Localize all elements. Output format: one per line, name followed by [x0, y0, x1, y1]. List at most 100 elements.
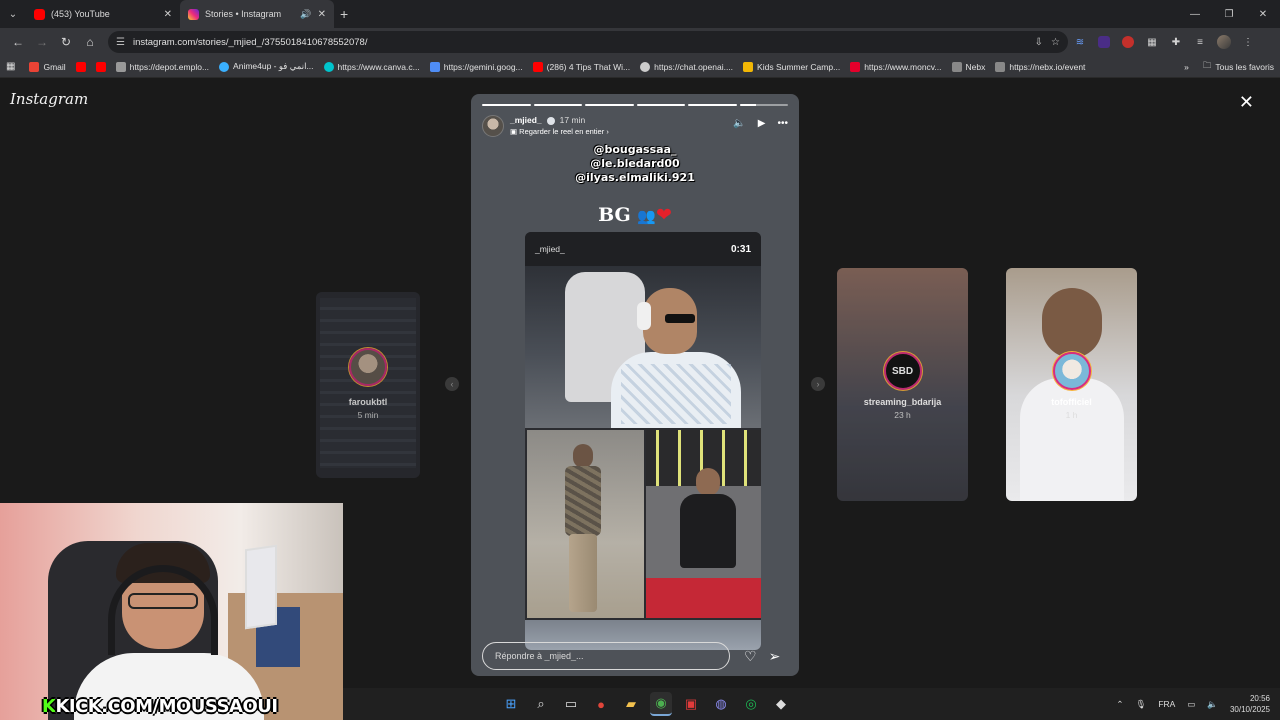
reply-input[interactable] [482, 642, 730, 670]
forward-button[interactable]: → [30, 30, 54, 54]
active-story[interactable]: _mjied_ 17 min ▣ Regarder le reel en ent… [471, 94, 799, 676]
task-view-icon[interactable]: ▭ [560, 692, 582, 716]
tab-audio-icon[interactable]: 🔊 [300, 9, 311, 20]
play-icon[interactable]: ▶ [758, 118, 766, 129]
extension-icon[interactable]: ≋ [1068, 30, 1092, 54]
more-bookmarks-icon[interactable]: » [1184, 62, 1189, 72]
send-icon[interactable]: ➢ [769, 648, 781, 665]
language-indicator[interactable]: FRA [1158, 699, 1175, 709]
new-tab-button[interactable]: + [340, 6, 348, 22]
home-button[interactable]: ⌂ [78, 30, 102, 54]
chrome-icon[interactable]: ◉ [650, 692, 672, 716]
watch-reel-link[interactable]: ▣ Regarder le reel en entier › [510, 126, 609, 137]
profile-avatar[interactable] [1212, 30, 1236, 54]
volume-icon[interactable]: 🔈 [1207, 699, 1218, 710]
mention-tag[interactable]: @ilyas.elmaliki.921 [471, 171, 799, 185]
close-icon[interactable]: ✕ [1239, 92, 1254, 113]
system-tray: ⌃ 🎙 FRA ▭ 🔈 20:56 30/10/2025 [1116, 688, 1270, 720]
windows-taskbar: ⊞ ⌕ ▭ ● ▰ ◉ ▣ ◍ ◎ ◆ ⌃ 🎙 FRA ▭ 🔈 20:56 30… [343, 688, 1280, 720]
browser-menu-icon[interactable]: ⋮ [1236, 30, 1260, 54]
discord-icon[interactable]: ◍ [710, 692, 732, 716]
progress-segment [739, 104, 788, 106]
avatar: SBD [883, 352, 922, 390]
bookmark-item[interactable]: https://depot.emplo... [115, 61, 209, 72]
bookmark-item[interactable]: https://www.moncv... [850, 61, 942, 72]
mention-tag[interactable]: @le.bledard00 [471, 157, 799, 171]
extension-icon[interactable] [1092, 30, 1116, 54]
search-icon[interactable]: ⌕ [530, 692, 552, 716]
bookmark-item[interactable] [75, 61, 86, 72]
bookmark-star-icon[interactable]: ☆ [1051, 37, 1060, 48]
file-explorer-icon[interactable]: ▰ [620, 692, 642, 716]
youtube-icon [34, 8, 45, 20]
preview-username: faroukbtl [348, 397, 388, 407]
bookmark-item[interactable]: https://gemini.goog... [429, 61, 523, 72]
close-tab-icon[interactable]: ✕ [318, 9, 326, 20]
start-windows-icon[interactable]: ⊞ [500, 692, 522, 716]
story-preview-streaming_bdarija[interactable]: SBD streaming_bdarija 23 h [837, 268, 968, 501]
shared-reel-card[interactable]: _mjied_ 0:31 [525, 232, 761, 650]
reload-button[interactable]: ↻ [54, 30, 78, 54]
heart-emoji-icon: ❤ [656, 204, 672, 226]
media-controls-icon[interactable]: ≡ [1188, 30, 1212, 54]
url-text: instagram.com/stories/_mjied_/3755018410… [132, 36, 368, 48]
next-story-arrow[interactable]: › [811, 377, 825, 391]
microphone-icon[interactable]: 🎙 [1136, 699, 1147, 710]
extension-icon[interactable]: ▦ [1140, 30, 1164, 54]
minimize-button[interactable]: — [1178, 0, 1212, 28]
extension-icon[interactable] [1116, 30, 1140, 54]
back-button[interactable]: ← [6, 30, 30, 54]
site-info-icon[interactable]: ☰ [116, 37, 125, 48]
story-preview-faroukbtl[interactable]: faroukbtl 5 min [316, 292, 420, 478]
tab-instagram[interactable]: Stories • Instagram 🔊 ✕ [180, 0, 334, 28]
tab-search-icon[interactable]: ⌄ [0, 0, 26, 28]
close-window-button[interactable]: ✕ [1246, 0, 1280, 28]
caption-text: BG [598, 204, 631, 226]
bookmark-item[interactable]: Kids Summer Camp... [743, 61, 840, 72]
bookmark-label: https://www.moncv... [864, 61, 942, 72]
install-app-icon[interactable]: ⇩ [1035, 37, 1043, 48]
network-icon[interactable]: ▭ [1187, 699, 1195, 710]
progress-segment [585, 104, 634, 106]
window-controls: — ❐ ✕ [1178, 0, 1280, 28]
story-username[interactable]: _mjied_ [510, 115, 542, 126]
clock[interactable]: 20:56 30/10/2025 [1230, 693, 1270, 715]
bookmark-label: Nebx [965, 61, 986, 72]
address-bar[interactable]: ☰ instagram.com/stories/_mjied_/37550184… [108, 31, 1068, 53]
reel-header: _mjied_ 0:31 [525, 232, 761, 266]
more-options-icon[interactable]: ••• [777, 118, 788, 129]
like-heart-icon[interactable]: ♡ [744, 648, 757, 665]
tab-title: Stories • Instagram [205, 9, 282, 19]
bookmark-item[interactable]: Nebx [951, 61, 986, 72]
story-progress [482, 104, 788, 106]
bookmark-label: https://chat.openai.... [654, 61, 734, 72]
spotify-icon[interactable]: ◎ [740, 692, 762, 716]
previous-story-arrow[interactable]: ‹ [445, 377, 459, 391]
bookmark-item[interactable] [95, 61, 106, 72]
bookmark-item[interactable]: https://nebx.io/event [995, 61, 1085, 72]
bookmark-item[interactable]: (286) 4 Tips That Wi... [532, 61, 630, 72]
app-icon[interactable]: ● [590, 692, 612, 716]
avatar[interactable] [482, 115, 504, 137]
app-icon[interactable]: ◆ [770, 692, 792, 716]
tab-youtube[interactable]: (453) YouTube ✕ [26, 0, 180, 28]
extensions-puzzle-icon[interactable]: ✚ [1164, 30, 1188, 54]
volume-icon[interactable]: 🔈 [733, 118, 745, 129]
chevron-up-icon[interactable]: ⌃ [1116, 699, 1123, 710]
instagram-logo[interactable]: Instagram [10, 90, 88, 108]
app-icon[interactable]: ▣ [680, 692, 702, 716]
apps-grid-icon[interactable]: ▦ [6, 61, 15, 72]
bookmark-item[interactable]: Anime4up - انمي فو... [219, 61, 314, 72]
bookmark-item[interactable]: https://www.canva.c... [323, 61, 420, 72]
close-tab-icon[interactable]: ✕ [164, 9, 172, 20]
mention-tag[interactable]: @bougassaa_ [471, 143, 799, 157]
bookmark-item[interactable]: Gmail [29, 61, 66, 72]
story-preview-tofofficiel[interactable]: tofofficiel 1 h [1006, 268, 1137, 501]
restore-button[interactable]: ❐ [1212, 0, 1246, 28]
preview-thumbnail [1042, 288, 1102, 358]
bookmark-item[interactable]: https://chat.openai.... [640, 61, 734, 72]
verified-icon [546, 116, 555, 125]
all-bookmarks-folder[interactable]: 🗀 Tous les favoris [1203, 60, 1274, 74]
preview-age: 23 h [894, 410, 911, 420]
avatar [1052, 352, 1091, 390]
